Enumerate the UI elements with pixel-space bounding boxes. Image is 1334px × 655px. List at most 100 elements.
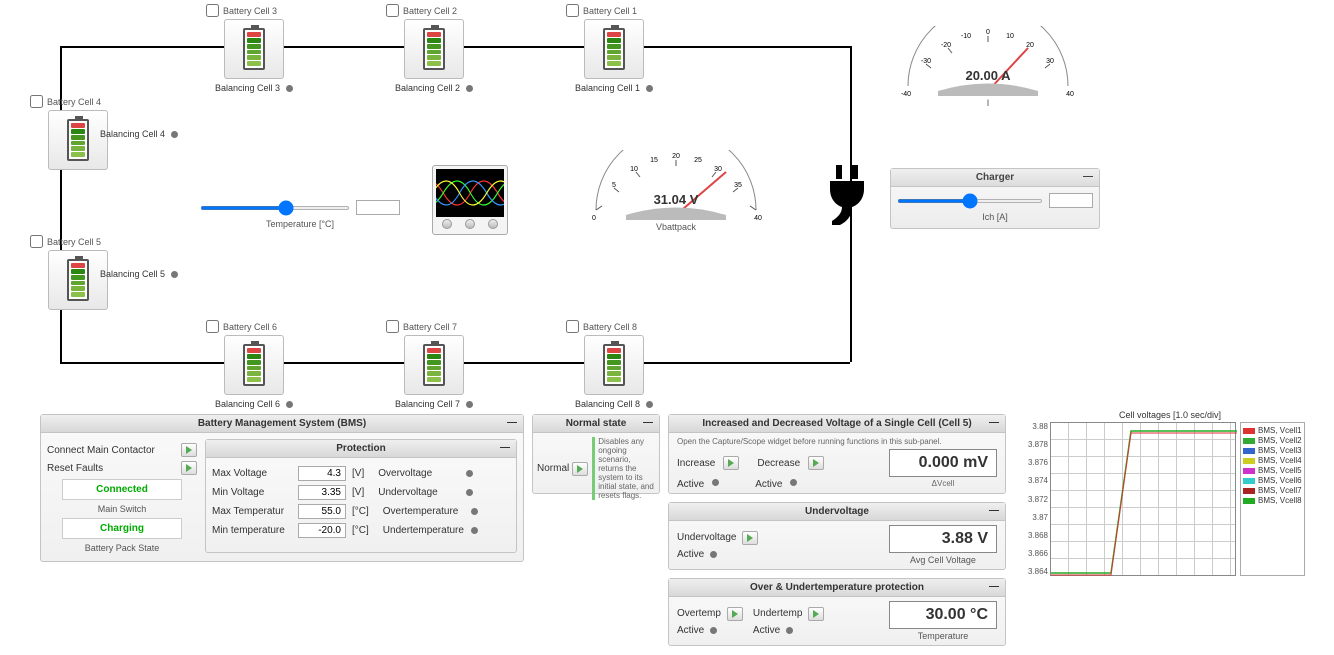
battery-cell: Battery Cell 2Balancing Cell 2 [386, 4, 482, 93]
undervolt-led [710, 551, 717, 558]
svg-text:-30: -30 [921, 58, 931, 65]
undervolt-title: Undervoltage [805, 506, 869, 517]
minimize-icon[interactable]: — [507, 417, 517, 428]
overtemp-button[interactable] [727, 607, 743, 621]
plug-icon [820, 165, 874, 237]
legend-item: BMS, Vcell7 [1243, 486, 1302, 495]
charging-state: Charging [62, 518, 182, 539]
battery-cell: Battery Cell 3 Balancing Cell 3 [206, 4, 302, 93]
svg-text:0: 0 [986, 29, 990, 36]
normal-title: Normal state [566, 418, 627, 429]
cell-checkbox[interactable] [566, 4, 579, 17]
battery-cell: Battery Cell 4Balancing Cell 4 [30, 95, 126, 170]
minv-input[interactable] [298, 485, 346, 500]
uv-led [466, 489, 473, 496]
legend-item: BMS, Vcell4 [1243, 456, 1302, 465]
svg-text:10: 10 [630, 166, 638, 173]
mainswitch-label: Main Switch [47, 504, 197, 514]
packstate-label: Battery Pack State [47, 543, 197, 553]
increase-button[interactable] [723, 456, 739, 470]
reset-label: Reset Faults [47, 463, 175, 474]
battery-cell: Battery Cell 5Balancing Cell 5 [30, 235, 126, 310]
cell-label: Battery Cell 7 [403, 322, 457, 332]
dvcell-display: 0.000 mV [889, 449, 997, 477]
cell-checkbox[interactable] [30, 95, 43, 108]
battery-cell: Battery Cell 8Balancing Cell 8 [566, 320, 662, 409]
vbatt-label: Vbattpack [576, 222, 776, 232]
svg-text:40: 40 [1066, 91, 1074, 96]
connect-button[interactable] [181, 443, 197, 457]
balancing-label: Balancing Cell 1 [566, 83, 662, 93]
avg-cell-voltage-display: 3.88 V [889, 525, 997, 553]
balancing-label: Balancing Cell 2 [386, 83, 482, 93]
svg-text:20: 20 [672, 153, 680, 160]
connect-label: Connect Main Contactor [47, 445, 175, 456]
svg-text:-40: -40 [901, 91, 911, 96]
svg-text:35: 35 [734, 182, 742, 189]
cell-checkbox[interactable] [206, 320, 219, 333]
svg-text:10: 10 [1006, 33, 1014, 40]
temperature-display: 30.00 °C [889, 601, 997, 629]
minimize-icon[interactable]: — [643, 417, 653, 428]
cell-checkbox[interactable] [30, 235, 43, 248]
temperature-value[interactable]: 30 [356, 200, 400, 215]
svg-text:-20: -20 [941, 42, 951, 49]
inc-active-led [712, 479, 719, 486]
overtemp-led [710, 627, 717, 634]
legend-item: BMS, Vcell8 [1243, 496, 1302, 505]
mint-input[interactable] [298, 523, 346, 538]
temperature-slider[interactable] [200, 206, 350, 210]
undertemp-led [786, 627, 793, 634]
overtemp-title: Over & Undertemperature protection [750, 582, 924, 593]
charger-title: Charger [976, 172, 1014, 183]
cell-checkbox[interactable] [566, 320, 579, 333]
ich-value[interactable]: 20 [1049, 193, 1093, 208]
reset-faults-button[interactable] [181, 461, 197, 475]
vbatt-gauge: 0 5 10 15 20 25 30 35 40 31.04 V Vbattpa… [576, 150, 776, 232]
legend-item: BMS, Vcell1 [1243, 426, 1302, 435]
cell-checkbox[interactable] [386, 4, 399, 17]
balancing-label: Balancing Cell 6 [206, 399, 302, 409]
battery-cell: Battery Cell 6 Balancing Cell 6 [206, 320, 302, 409]
svg-text:5: 5 [612, 182, 616, 189]
cell-checkbox[interactable] [206, 4, 219, 17]
minimize-icon[interactable]: — [1083, 171, 1093, 182]
connected-state: Connected [62, 479, 182, 500]
svg-text:25: 25 [694, 157, 702, 164]
svg-text:40: 40 [754, 215, 762, 220]
svg-text:30: 30 [714, 166, 722, 173]
maxv-input[interactable] [298, 466, 346, 481]
legend-item: BMS, Vcell2 [1243, 436, 1302, 445]
cell-label: Battery Cell 3 [223, 6, 277, 16]
cell5-title: Increased and Decreased Voltage of a Sin… [702, 418, 971, 429]
normal-desc: Disables any ongoing scenario, returns t… [592, 437, 655, 500]
decrease-button[interactable] [808, 456, 824, 470]
svg-text:15: 15 [650, 157, 658, 164]
undertemp-button[interactable] [808, 607, 824, 621]
ut-led [471, 527, 478, 534]
temperature-label: Temperature [°C] [200, 219, 400, 229]
dec-active-led [790, 479, 797, 486]
undervolt-button[interactable] [742, 531, 758, 545]
normal-button[interactable] [572, 462, 588, 476]
minimize-icon[interactable]: — [989, 417, 999, 428]
maxt-input[interactable] [298, 504, 346, 519]
ot-led [471, 508, 478, 515]
cell-voltages-chart: Cell voltages [1.0 sec/div] 3.883.8783.8… [1020, 410, 1320, 576]
cell-label: Battery Cell 1 [583, 6, 637, 16]
minimize-icon[interactable]: — [500, 442, 510, 453]
ich-label: Ich [A] [897, 212, 1093, 222]
balancing-label: Balancing Cell 3 [206, 83, 302, 93]
oscilloscope-icon[interactable] [432, 165, 508, 235]
battery-cell: Battery Cell 7Balancing Cell 7 [386, 320, 482, 409]
ich-slider[interactable] [897, 199, 1043, 203]
minimize-icon[interactable]: — [989, 505, 999, 516]
cell-label: Battery Cell 6 [223, 322, 277, 332]
current-gauge: -40 -30 -20 -10 0 10 20 30 40 20.00 A I [888, 26, 1088, 108]
cell5-note: Open the Capture/Scope widget before run… [677, 437, 997, 446]
bms-title: Battery Management System (BMS) [198, 418, 366, 429]
cell-checkbox[interactable] [386, 320, 399, 333]
minimize-icon[interactable]: — [989, 581, 999, 592]
legend-item: BMS, Vcell3 [1243, 446, 1302, 455]
current-label: I [888, 98, 1088, 108]
